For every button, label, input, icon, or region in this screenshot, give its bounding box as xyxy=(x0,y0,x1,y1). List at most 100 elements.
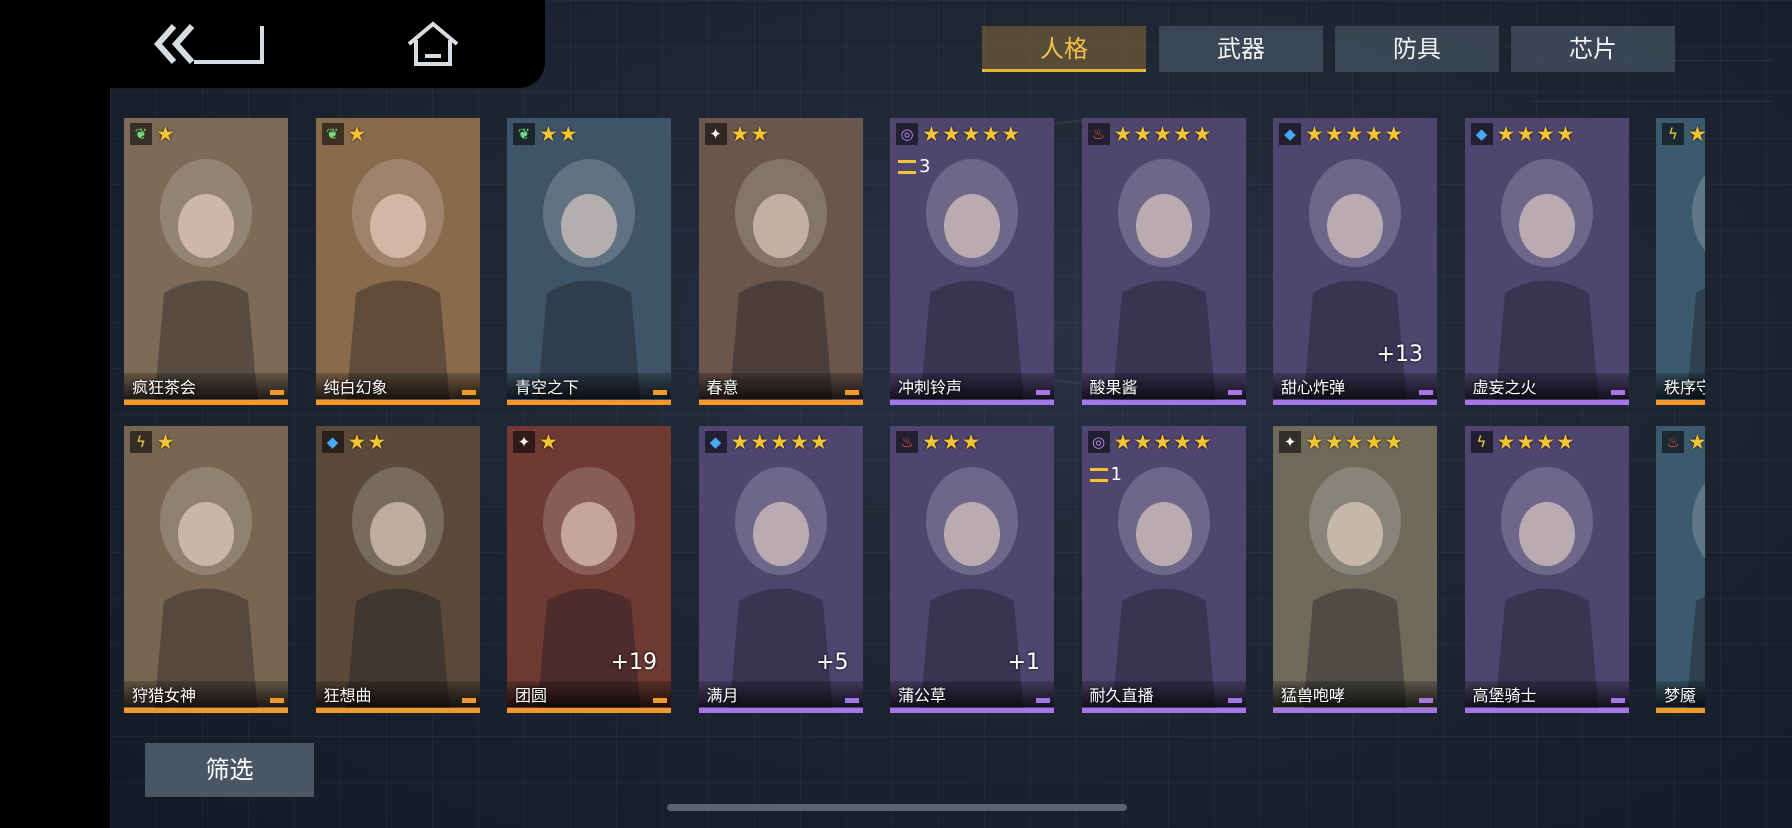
home-icon xyxy=(407,21,459,66)
tab-persona[interactable]: 人格 xyxy=(982,26,1146,72)
persona-card[interactable]: ✦ ★ ★ ★ ★ ★ 猛兽咆哮 xyxy=(1273,426,1437,713)
persona-card[interactable]: ✦ ★ ★ 春意 xyxy=(698,118,863,405)
star-icon: ★ xyxy=(961,122,981,146)
card-rating: ♨ ★ ★ ★ xyxy=(896,430,980,454)
water-element-icon: ◆ xyxy=(1279,123,1301,145)
tab-weapon[interactable]: 武器 xyxy=(1159,26,1323,72)
card-rating: ◆ ★ ★ ★ ★ ★ xyxy=(1279,122,1403,146)
star-icon: ★ xyxy=(1516,430,1536,454)
bolt-element-icon: ϟ xyxy=(1662,123,1684,145)
top-nav-bar xyxy=(0,0,545,88)
star-icon: ★ xyxy=(1172,122,1192,146)
card-rating: ✦ ★ xyxy=(513,430,558,454)
filter-button[interactable]: 筛选 xyxy=(145,743,314,797)
persona-card[interactable]: ◆ ★ ★ ★ ★ 虚妄之火 xyxy=(1464,118,1629,405)
star-icon: ★ xyxy=(1324,122,1344,146)
card-rating: ϟ ★ xyxy=(1662,122,1705,146)
persona-name: 狂想曲 xyxy=(323,686,372,705)
persona-card[interactable]: ❦ ★ 疯狂茶会 xyxy=(124,118,288,405)
persona-name: 秩序守 xyxy=(1664,378,1705,397)
persona-name: 青空之下 xyxy=(515,378,580,397)
rarity-tag xyxy=(1610,698,1625,703)
star-icon: ★ xyxy=(1113,430,1133,454)
persona-card[interactable]: ◆ ★ ★ 狂想曲 xyxy=(315,426,480,713)
star-icon: ★ xyxy=(347,122,367,146)
persona-card[interactable]: ◆ ★ ★ ★ ★ ★ +13 甜心炸弹 xyxy=(1273,118,1437,405)
star-icon: ★ xyxy=(539,430,558,454)
character-portrait xyxy=(154,467,258,713)
spark-element-icon: ✦ xyxy=(1279,431,1301,453)
star-icon: ★ xyxy=(1172,430,1192,454)
star-icon: ★ xyxy=(347,430,367,454)
double-chevron-back-icon xyxy=(153,24,264,64)
rarity-bar xyxy=(315,708,480,713)
persona-card[interactable]: ◎ ★ ★ ★ ★ ★ 3 冲刺铃声 xyxy=(890,118,1054,405)
card-rating: ◆ ★ ★ ★ ★ ★ xyxy=(704,430,829,454)
rarity-bar xyxy=(1081,708,1246,713)
rarity-bar xyxy=(1656,400,1705,405)
rarity-tag xyxy=(844,698,859,703)
rank-icon xyxy=(1089,467,1108,482)
persona-card[interactable]: ◎ ★ ★ ★ ★ ★ 1 耐久直播 xyxy=(1081,426,1246,713)
star-icon: ★ xyxy=(1324,430,1344,454)
rarity-bar xyxy=(890,708,1054,713)
rarity-bar xyxy=(507,400,671,405)
star-icon: ★ xyxy=(941,122,961,146)
rarity-tag xyxy=(461,390,476,395)
persona-card[interactable]: ❦ ★ 纯白幻象 xyxy=(315,118,480,405)
persona-card-grid: ❦ ★ 疯狂茶会 ❦ ★ 纯白幻象 ❦ ★ ★ 青空之下 ✦ ★ ★ 春意 ◎ ★ ★ ★ ★ ★ 3 冲刺铃声 ♨ ★ ★ ★ ★… xyxy=(124,118,1705,718)
bolt-element-icon: ϟ xyxy=(1470,431,1493,453)
star-icon: ★ xyxy=(922,430,941,454)
star-icon: ★ xyxy=(1516,122,1536,146)
leaf-element-icon: ❦ xyxy=(321,123,344,145)
rarity-tag xyxy=(1419,698,1433,703)
back-button[interactable] xyxy=(150,20,270,70)
spiral-element-icon: ◎ xyxy=(896,123,918,145)
persona-name: 高堡骑士 xyxy=(1472,686,1537,705)
horizontal-scrollbar[interactable] xyxy=(667,804,1127,811)
rarity-tag xyxy=(270,390,284,395)
water-element-icon: ◆ xyxy=(1470,123,1493,145)
character-portrait xyxy=(537,159,641,405)
star-icon: ★ xyxy=(1496,430,1516,454)
card-rating: ❦ ★ ★ xyxy=(513,122,578,146)
persona-card[interactable]: ❦ ★ ★ 青空之下 xyxy=(507,118,671,405)
star-icon: ★ xyxy=(156,430,175,454)
persona-card[interactable]: ✦ ★ +19 团圆 xyxy=(507,426,671,713)
persona-card[interactable]: ♨ ★ ★ ★ ★ ★ 酸果酱 xyxy=(1081,118,1246,405)
star-icon: ★ xyxy=(730,430,750,454)
star-icon: ★ xyxy=(1364,430,1384,454)
persona-card[interactable]: ♨ ★ ★ ★ +1 蒲公草 xyxy=(890,426,1054,713)
persona-card[interactable]: ◆ ★ ★ ★ ★ ★ +5 满月 xyxy=(698,426,863,713)
persona-name: 冲刺铃声 xyxy=(898,378,963,397)
persona-card[interactable]: ♨ ★ 梦魇 xyxy=(1656,426,1705,713)
rank-icon xyxy=(898,159,916,174)
star-icon: ★ xyxy=(750,430,770,454)
star-icon: ★ xyxy=(1192,122,1212,146)
home-button[interactable] xyxy=(405,20,461,70)
star-icon: ★ xyxy=(1344,122,1364,146)
star-icon: ★ xyxy=(1384,430,1404,454)
star-icon: ★ xyxy=(1305,430,1324,454)
enhance-level: +5 xyxy=(816,650,849,675)
tab-chip[interactable]: 芯片 xyxy=(1511,26,1675,72)
persona-card[interactable]: ϟ ★ 秩序守 xyxy=(1656,118,1705,405)
star-icon: ★ xyxy=(1113,122,1133,146)
rarity-bar xyxy=(1081,400,1246,405)
enhance-level: +19 xyxy=(610,650,657,675)
tab-armor[interactable]: 防具 xyxy=(1335,26,1499,72)
rank-value: 1 xyxy=(1110,464,1122,485)
persona-name: 虚妄之火 xyxy=(1472,378,1537,397)
star-icon: ★ xyxy=(750,122,770,146)
persona-card[interactable]: ϟ ★ ★ ★ ★ 高堡骑士 xyxy=(1464,426,1629,713)
star-icon: ★ xyxy=(1133,430,1153,454)
rarity-tag xyxy=(1610,390,1625,395)
character-portrait xyxy=(728,159,833,405)
persona-name: 满月 xyxy=(706,686,739,705)
card-rating: ✦ ★ ★ xyxy=(704,122,770,146)
character-portrait xyxy=(345,467,450,713)
star-icon: ★ xyxy=(1153,122,1172,146)
rarity-tag xyxy=(653,390,667,395)
persona-card[interactable]: ϟ ★ 狩猎女神 xyxy=(124,426,288,713)
character-portrait xyxy=(1686,483,1705,713)
